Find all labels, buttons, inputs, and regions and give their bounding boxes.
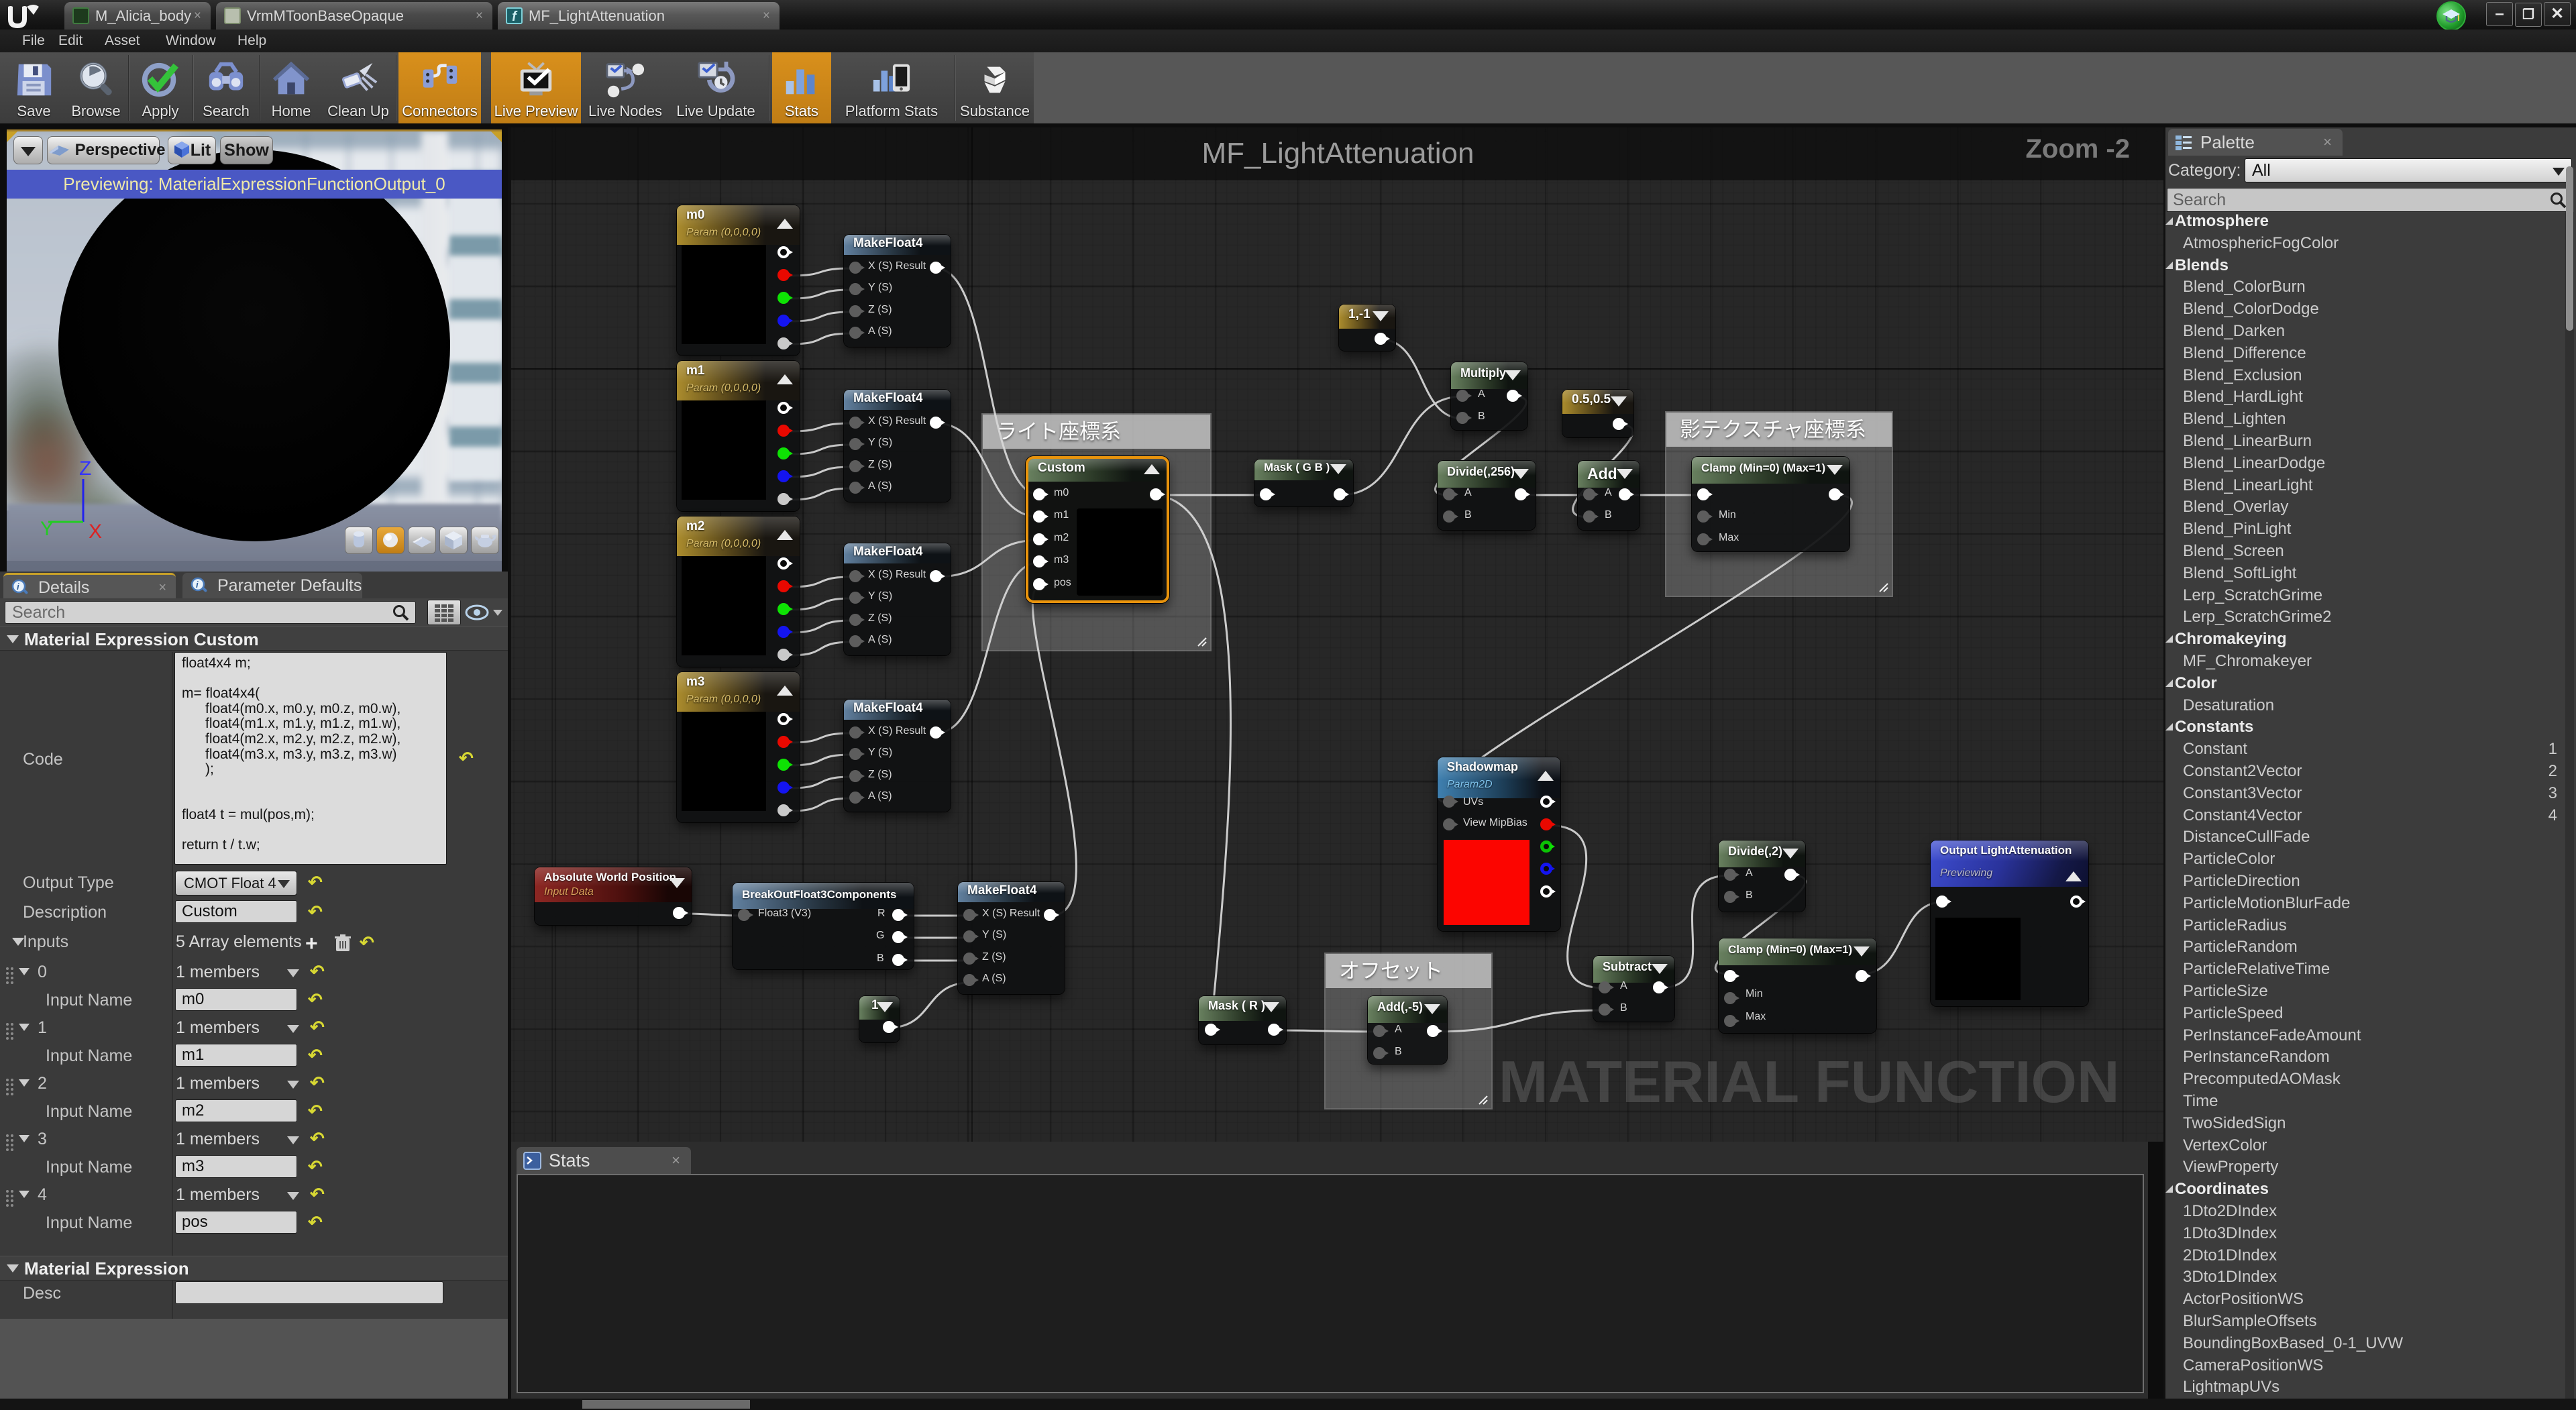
- svg-text:Y: Y: [40, 518, 54, 540]
- svg-text:Z: Z: [79, 460, 91, 480]
- svg-text:i: i: [17, 582, 19, 592]
- svg-text:i: i: [196, 580, 199, 590]
- svg-text:X: X: [89, 521, 102, 543]
